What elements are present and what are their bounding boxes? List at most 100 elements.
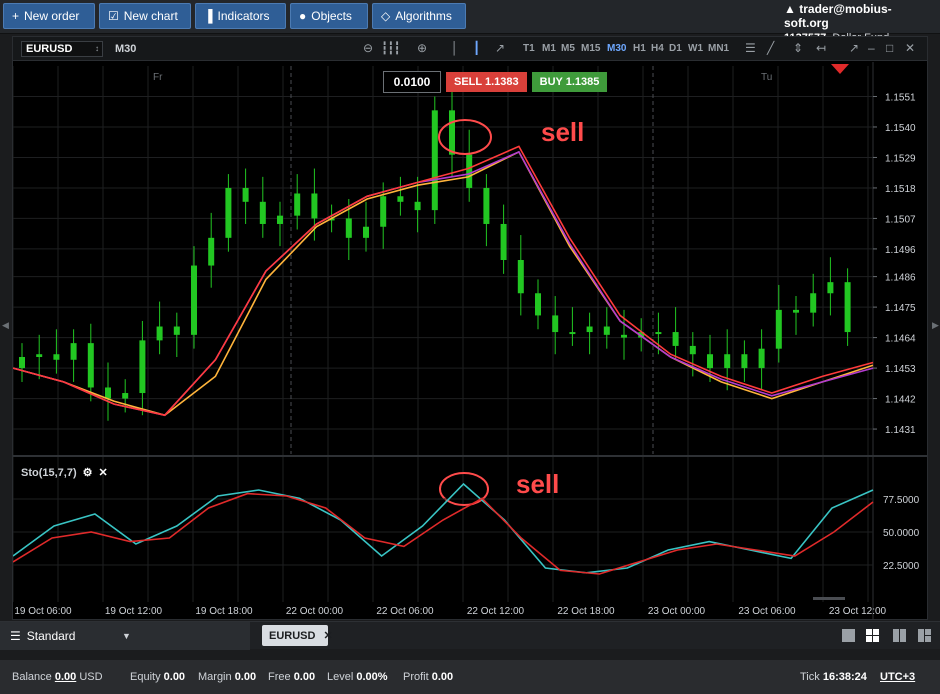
collapse-left-icon[interactable]: ◀ [2,320,9,331]
new-chart-button[interactable]: ☑ New chart [99,3,191,29]
timeframe-mn1[interactable]: MN1 [708,43,729,54]
new-chart-label: New chart [123,9,178,23]
candle-body [655,332,662,335]
candle [603,307,610,349]
layout-grid-icon[interactable] [866,629,879,642]
layout-single-icon[interactable] [842,629,855,642]
one-click-trading: 0.0100 SELL 1.1383 BUY 1.1385 [383,71,608,93]
profit-value: 0.00 [431,671,454,683]
sell-button[interactable]: SELL 1.1383 [446,72,527,92]
candles-icon[interactable]: ┃ [473,41,480,55]
price-tick-label: 1.1475 [885,303,916,314]
candle [363,201,369,252]
candle-body [380,196,387,227]
detach-window-icon[interactable]: ↗ [849,41,859,55]
chart-tab-eurusd[interactable]: EURUSD ✕ [262,625,333,646]
candle-body [53,354,60,360]
minimize-icon[interactable]: – [868,41,875,55]
candle-body [517,260,524,294]
sell-circle-main [438,119,492,155]
candle-body [208,237,215,266]
price-tick-label: 1.1540 [885,123,916,134]
candle [844,268,851,346]
candle [225,174,232,252]
currency-label: USD [79,671,103,683]
zoom-in-icon[interactable]: ⊕ [417,41,427,55]
candle-body [139,340,146,394]
candle-body [793,309,799,313]
objects-icon: ● [299,9,307,23]
candle-body [345,218,352,238]
lot-size-input[interactable]: 0.0100 [383,71,441,93]
timeframe-m5[interactable]: M5 [561,43,575,54]
zoom-out-icon[interactable]: ⊖ [363,41,373,55]
layout-split-icon[interactable] [918,629,931,642]
objects-button[interactable]: ● Objects [290,3,368,29]
candle-body [552,315,559,333]
user-icon: ▲ [784,2,796,16]
candle-body [741,354,748,369]
indicators-button[interactable]: ▐ Indicators [195,3,286,29]
candle-body [466,154,473,188]
layout-select[interactable]: ☰ Standard ▼ [0,622,250,650]
margin-value: 0.00 [234,671,257,683]
bar-type-icon[interactable]: │ [451,41,459,55]
status-bar: Balance 0.00 USD Equity 0.00 Margin 0.00… [0,660,940,694]
line-chart-icon[interactable]: ↗ [495,41,505,55]
layout-columns-icon[interactable] [893,629,906,642]
equity-value: 0.00 [163,671,186,683]
candle [173,312,180,357]
level-value: 0.00% [356,671,388,683]
symbol-select[interactable]: EURUSD ↕ [21,41,103,57]
vertical-resize-icon[interactable]: ⇕ [793,41,803,55]
timeframe-m15[interactable]: M15 [581,43,600,54]
objects-label: Objects [311,9,352,23]
candle [517,235,524,316]
candle-body [36,354,43,357]
candle [586,312,593,355]
close-icon[interactable]: ✕ [99,466,108,479]
candle-body [311,193,318,219]
timezone-value[interactable]: UTC+3 [880,671,915,683]
maximize-icon[interactable]: □ [886,41,893,55]
oscillator-header: Sto(15,7,7) ⚙ ✕ [21,466,108,480]
chart-canvas[interactable]: Fr Tu 1.1551 1.1540 1.1529 1.1518 1.1507 1.1496… [13,62,927,620]
price-tick-label: 1.1486 [885,273,916,284]
candle-body [105,387,111,399]
day-label: Tu [761,72,772,83]
algorithms-button[interactable]: ◇ Algorithms [372,3,466,29]
balance-value[interactable]: 0.00 [55,671,76,683]
menu-icon: ☰ [10,629,21,643]
timeframe-d1[interactable]: D1 [669,43,682,54]
new-order-button[interactable]: + New order [3,3,95,29]
candle-body [397,196,404,202]
timeframe-m1[interactable]: M1 [542,43,556,54]
collapse-right-icon[interactable]: ▶ [932,320,939,331]
timeframe-m30[interactable]: M30 [607,43,626,54]
profit-label: Profit [403,671,429,683]
gear-icon[interactable]: ⚙ [83,466,93,479]
chart-tab-label: EURUSD [269,629,316,642]
menu-lines-icon[interactable]: ☰ [745,41,756,55]
timeframe-t1[interactable]: T1 [523,43,535,54]
candle-body [242,187,249,202]
plus-icon: + [12,9,20,23]
candle-body [122,393,129,399]
buy-button[interactable]: BUY 1.1385 [531,72,608,92]
candle [449,90,455,177]
candle [535,279,541,330]
close-window-icon[interactable]: ✕ [905,41,915,55]
time-tick-label: 22 Oct 18:00 [557,606,615,617]
timeframe-h1[interactable]: H1 [633,43,646,54]
zoom-slider-icon[interactable]: ┇┇┇ [381,41,401,55]
candle-body [707,354,713,369]
trendline-icon[interactable]: ╱ [767,41,774,55]
tick-time: 16:38:24 [822,671,867,683]
horizontal-resize-icon[interactable]: ↤ [816,41,826,55]
equity-label: Equity [130,671,161,683]
timeframe-w1[interactable]: W1 [688,43,703,54]
timeframe-h4[interactable]: H4 [651,43,664,54]
close-tab-icon[interactable]: ✕ [323,629,332,642]
candle [242,168,249,224]
candle-body [277,215,283,224]
